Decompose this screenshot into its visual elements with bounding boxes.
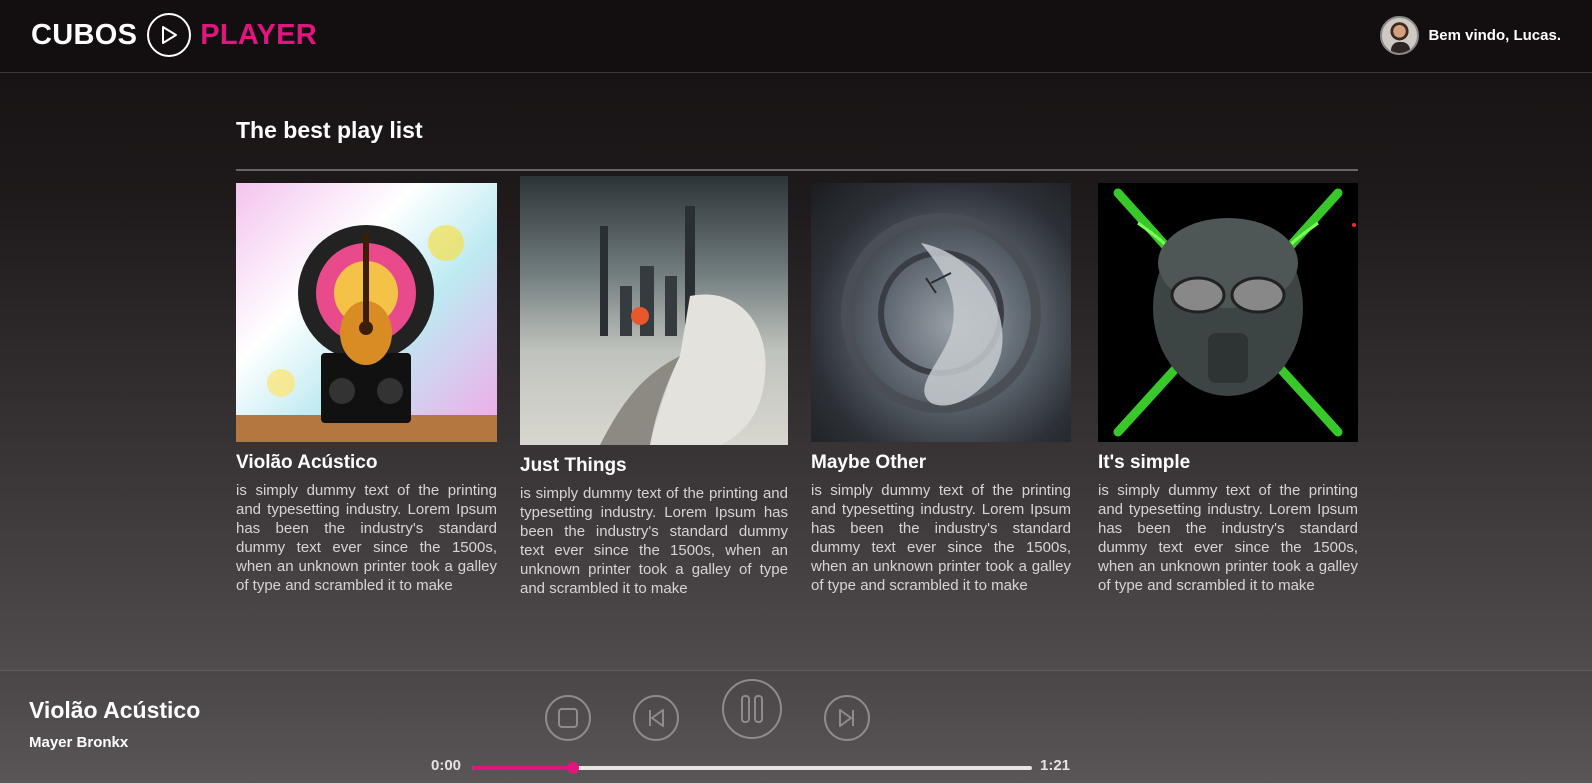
playlist-card[interactable]: Just Things is simply dummy text of the …	[520, 176, 788, 598]
album-cover[interactable]	[1098, 183, 1358, 442]
logo-text-player: PLAYER	[200, 18, 318, 51]
page-title: The best play list	[236, 117, 423, 143]
playlist-card[interactable]: Violão Acústico is simply dummy text of …	[236, 183, 497, 595]
album-cover[interactable]	[236, 183, 497, 442]
card-description: is simply dummy text of the printing and…	[520, 485, 788, 597]
user-menu[interactable]: Bem vindo, Lucas.	[1380, 15, 1561, 55]
previous-button[interactable]	[633, 695, 679, 741]
now-playing-title: Violão Acústico	[29, 697, 201, 723]
player-bar: Violão Acústico Mayer Bronkx 0:00 1:21	[0, 670, 1592, 783]
now-playing-artist: Mayer Bronkx	[29, 734, 129, 751]
pause-icon	[741, 695, 763, 723]
stop-icon	[558, 708, 578, 728]
next-icon	[839, 709, 854, 727]
stop-button[interactable]	[545, 695, 591, 741]
total-time: 1:21	[1040, 757, 1071, 774]
card-description: is simply dummy text of the printing and…	[1098, 482, 1358, 594]
card-title[interactable]: It's simple	[1098, 452, 1358, 474]
current-time: 0:00	[431, 757, 462, 774]
app-logo[interactable]: CUBOS PLAYER	[31, 12, 317, 58]
progress-bar[interactable]	[472, 762, 1032, 774]
progress-fill	[472, 766, 573, 770]
album-cover[interactable]	[520, 176, 788, 445]
previous-icon	[649, 709, 664, 727]
card-description: is simply dummy text of the printing and…	[811, 482, 1071, 594]
card-title[interactable]: Just Things	[520, 455, 788, 477]
card-title[interactable]: Violão Acústico	[236, 452, 497, 474]
welcome-text: Bem vindo, Lucas.	[1428, 26, 1561, 44]
logo-text-cubos: CUBOS	[31, 18, 138, 51]
next-button[interactable]	[824, 695, 870, 741]
card-description: is simply dummy text of the printing and…	[236, 482, 497, 594]
play-circle-icon	[147, 13, 192, 57]
pause-button[interactable]	[722, 679, 782, 739]
card-title[interactable]: Maybe Other	[811, 452, 1071, 474]
playlist-card[interactable]: Maybe Other is simply dummy text of the …	[811, 183, 1071, 595]
playlist-card[interactable]: It's simple is simply dummy text of the …	[1098, 183, 1358, 595]
album-cover[interactable]	[811, 183, 1071, 442]
progress-handle[interactable]	[566, 762, 579, 774]
divider	[236, 169, 1358, 171]
top-header: CUBOS PLAYER Bem vindo, Lucas.	[0, 0, 1592, 73]
avatar[interactable]	[1380, 15, 1420, 55]
